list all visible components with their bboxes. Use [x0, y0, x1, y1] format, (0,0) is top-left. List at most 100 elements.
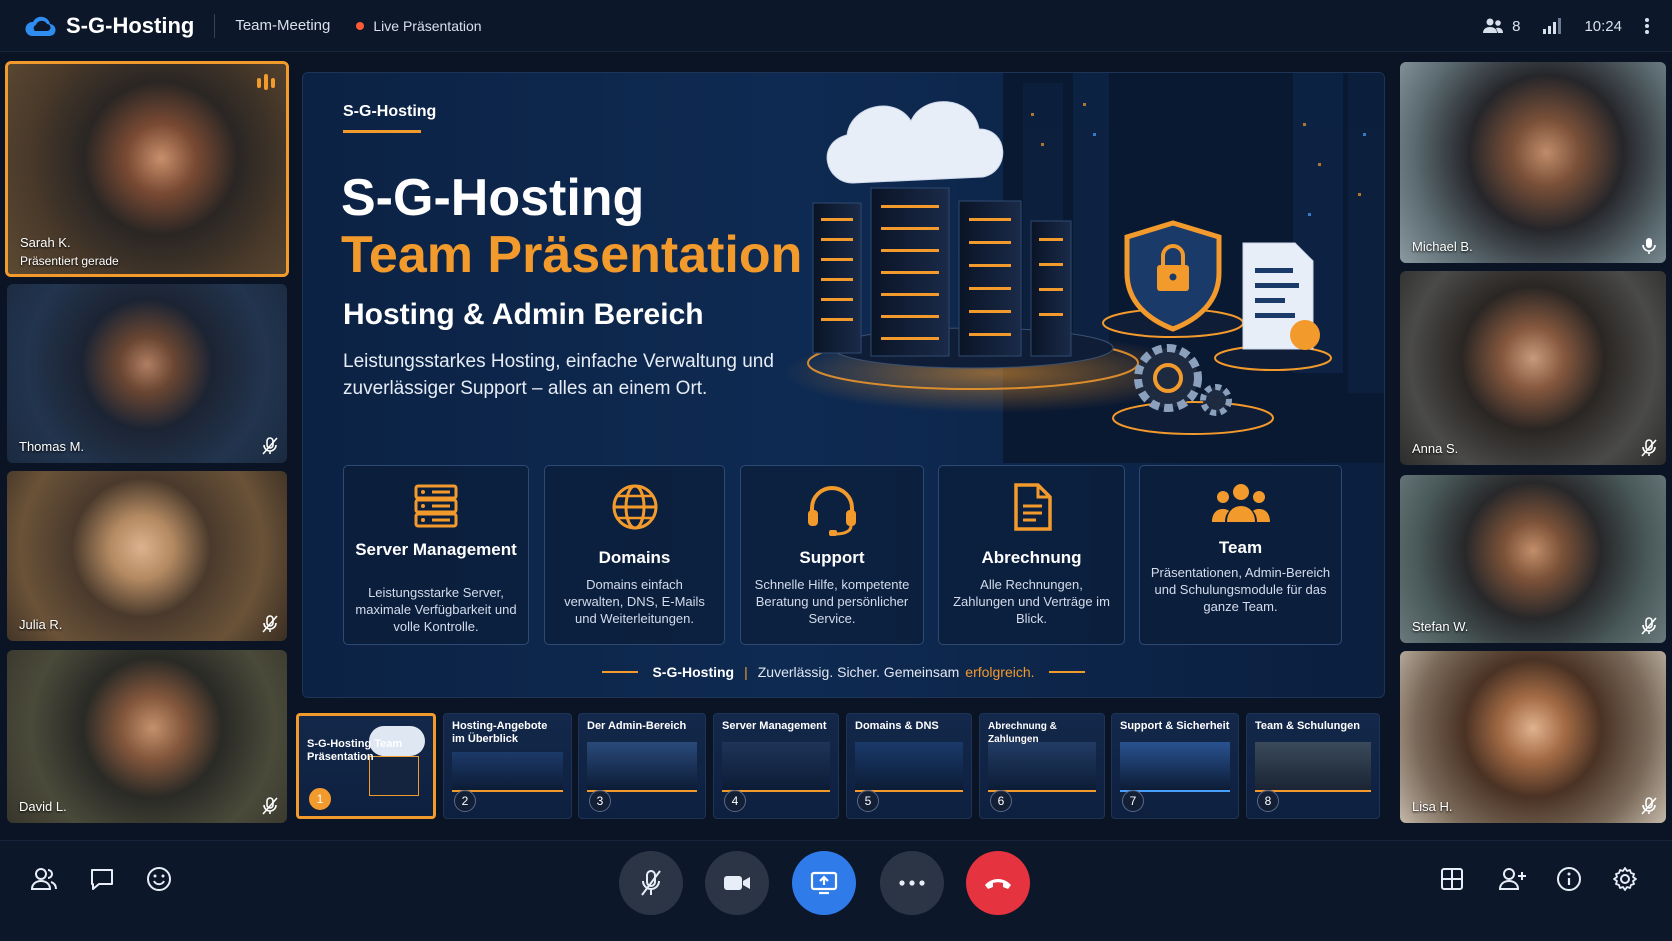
- reactions-button[interactable]: [142, 862, 176, 896]
- settings-button[interactable]: [1608, 862, 1642, 896]
- video-tile-sarah[interactable]: Sarah K. Präsentiert gerade: [5, 61, 289, 277]
- feature-card-support: Support Schnelle Hilfe, kompetente Berat…: [740, 465, 924, 645]
- mic-muted-icon: [1641, 617, 1657, 635]
- video-tile-anna[interactable]: Anna S.: [1400, 271, 1666, 465]
- thumbnail-label: Domains & DNS: [855, 720, 939, 732]
- slide-title-line1: S-G-Hosting: [341, 169, 645, 227]
- tagline-rule-left: [602, 671, 639, 673]
- add-person-icon: [1499, 868, 1526, 890]
- participant-name: Lisa H.: [1412, 799, 1453, 814]
- slide-thumbnail-8[interactable]: Team & Schulungen 8: [1246, 713, 1380, 819]
- more-menu-button[interactable]: [1644, 17, 1650, 35]
- slide-thumbnail-6[interactable]: Abrechnung & Zahlungen 6: [979, 713, 1105, 819]
- brand: S-G-Hosting: [24, 13, 194, 39]
- hosting-illustration: [783, 73, 1384, 463]
- mic-muted-icon: [262, 437, 278, 455]
- thumbnail-number: 8: [1257, 790, 1279, 812]
- document-icon: [1013, 483, 1052, 531]
- cloud-logo-icon: [25, 16, 56, 36]
- grid-layout-icon: [1441, 868, 1463, 890]
- thumb-preview: [1255, 742, 1371, 792]
- thumbnail-label: Server Management: [722, 720, 827, 732]
- chat-bubble-icon: [91, 869, 113, 890]
- feature-card-team: Team Präsentationen, Admin-Bereich und S…: [1139, 465, 1342, 645]
- card-title: Team: [1218, 538, 1263, 557]
- header-status: 8 10:24: [1460, 0, 1650, 52]
- top-bar: S-G-Hosting Team-Meeting Live Präsentati…: [0, 0, 1672, 52]
- more-options-button[interactable]: [880, 851, 944, 915]
- video-tile-thomas[interactable]: Thomas M.: [7, 284, 287, 463]
- card-description: Alle Rechnungen, Zahlungen und Verträge …: [953, 577, 1110, 626]
- camera-button[interactable]: [705, 851, 769, 915]
- thumbnail-number: 4: [724, 790, 746, 812]
- globe-icon: [612, 484, 657, 530]
- feature-card-server: Server Management Leistungsstarke Server…: [343, 465, 529, 645]
- participant-name: David L.: [19, 799, 67, 814]
- slide-thumbnail-1[interactable]: S-G-Hosting Team Präsentation 1: [296, 713, 436, 819]
- slide-thumbnail-2[interactable]: Hosting-Angebote im Überblick 2: [443, 713, 572, 819]
- thumbnail-number: 7: [1122, 790, 1144, 812]
- info-button[interactable]: [1552, 862, 1586, 896]
- team-icon: [1211, 484, 1270, 522]
- mute-button[interactable]: [619, 851, 683, 915]
- participants-button[interactable]: [27, 862, 61, 896]
- vertical-dots-icon: [1645, 18, 1649, 34]
- video-tile-julia[interactable]: Julia R.: [7, 471, 287, 641]
- card-title: Domains: [598, 548, 671, 567]
- mic-muted-icon: [641, 870, 661, 896]
- kicker-underline: [343, 130, 421, 133]
- signal-bars-icon: [1543, 18, 1562, 34]
- thumbnail-label: Der Admin-Bereich: [587, 720, 687, 732]
- slide-thumbnail-3[interactable]: Der Admin-Bereich 3: [578, 713, 706, 819]
- participant-name: Stefan W.: [1412, 619, 1469, 634]
- thumbnail-number: 1: [309, 788, 331, 810]
- clock: 10:24: [1584, 18, 1622, 35]
- video-tile-michael[interactable]: Michael B.: [1400, 62, 1666, 263]
- thumb-preview: [722, 742, 830, 792]
- card-title: Server Management: [355, 540, 517, 559]
- participants-counter[interactable]: 8: [1482, 18, 1520, 35]
- mic-muted-icon: [262, 797, 278, 815]
- meeting-title: Team-Meeting: [235, 17, 331, 34]
- presentation-slide: S-G-Hosting S-G-Hosting Team Präsentatio…: [302, 72, 1385, 698]
- thumb-preview: [988, 742, 1096, 792]
- video-tile-lisa[interactable]: Lisa H.: [1400, 651, 1666, 823]
- slide-thumbnail-7[interactable]: Support & Sicherheit 7: [1111, 713, 1239, 819]
- layout-button[interactable]: [1435, 862, 1469, 896]
- feature-card-domains: Domains Domains einfach verwalten, DNS, …: [544, 465, 725, 645]
- thumbnail-number: 2: [454, 790, 476, 812]
- thumbnail-number: 3: [589, 790, 611, 812]
- thumb-preview: [587, 742, 697, 792]
- hang-up-icon: [985, 879, 1011, 889]
- video-camera-icon: [724, 876, 750, 890]
- invite-button[interactable]: [1496, 862, 1530, 896]
- clock-time: 10:24: [1584, 17, 1622, 35]
- video-feed: [7, 471, 287, 641]
- thumbnail-label: Abrechnung & Zahlungen: [988, 721, 1057, 745]
- video-tile-stefan[interactable]: Stefan W.: [1400, 475, 1666, 643]
- slide-kicker: S-G-Hosting: [343, 103, 437, 120]
- brand-name: S-G-Hosting: [66, 12, 195, 38]
- thumbnail-number: 5: [857, 790, 879, 812]
- card-description: Leistungsstarke Server, maximale Verfügb…: [355, 585, 517, 634]
- live-label: Live Präsentation: [373, 17, 482, 34]
- tagline-separator: |: [744, 664, 748, 680]
- tagline-rule-right: [1048, 671, 1085, 673]
- tagline-brand: S-G-Hosting: [652, 664, 735, 680]
- screen-share-icon: [810, 871, 838, 895]
- video-feed: [1400, 271, 1666, 465]
- slide-thumbnail-4[interactable]: Server Management 4: [713, 713, 839, 819]
- video-tile-david[interactable]: David L.: [7, 650, 287, 823]
- slide-thumbnail-5[interactable]: Domains & DNS 5: [846, 713, 972, 819]
- info-icon: [1557, 867, 1581, 891]
- gear-icon: [1613, 867, 1637, 891]
- mic-muted-icon: [1641, 797, 1657, 815]
- end-call-button[interactable]: [966, 851, 1030, 915]
- mic-icon: [1642, 238, 1656, 254]
- live-dot-icon: [356, 21, 365, 30]
- video-feed: [7, 650, 287, 823]
- feature-card-billing: Abrechnung Alle Rechnungen, Zahlungen un…: [938, 465, 1125, 645]
- screen-share-button[interactable]: [792, 851, 856, 915]
- card-description: Schnelle Hilfe, kompetente Beratung und …: [754, 577, 910, 626]
- chat-button[interactable]: [85, 862, 119, 896]
